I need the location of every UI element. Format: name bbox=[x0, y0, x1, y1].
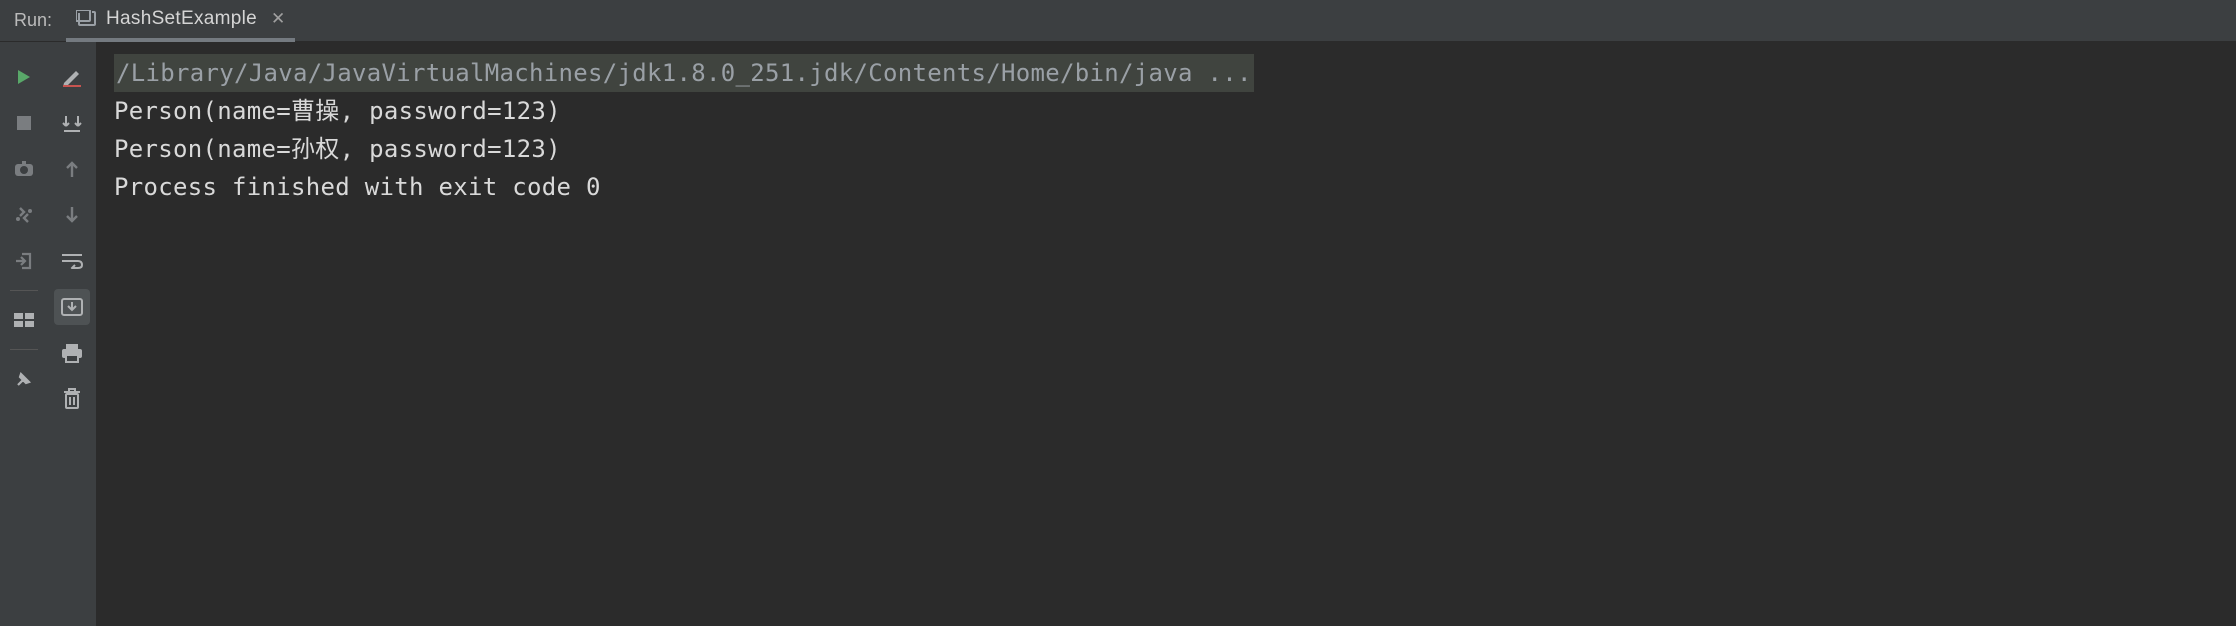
layout-button[interactable] bbox=[6, 302, 42, 338]
run-tool-window-body: /Library/Java/JavaVirtualMachines/jdk1.8… bbox=[0, 42, 2236, 626]
print-button[interactable] bbox=[54, 335, 90, 371]
stop-button[interactable] bbox=[6, 105, 42, 141]
down-stack-icon[interactable] bbox=[54, 197, 90, 233]
scroll-to-end-button[interactable] bbox=[54, 289, 90, 325]
close-icon[interactable]: ✕ bbox=[271, 9, 285, 29]
console-toolbar bbox=[48, 42, 96, 626]
rerun-button[interactable] bbox=[6, 59, 42, 95]
exit-button[interactable] bbox=[6, 243, 42, 279]
separator bbox=[10, 349, 38, 350]
console-command-line: /Library/Java/JavaVirtualMachines/jdk1.8… bbox=[114, 54, 1254, 92]
console-output[interactable]: /Library/Java/JavaVirtualMachines/jdk1.8… bbox=[96, 42, 2236, 626]
console-line: Process finished with exit code 0 bbox=[114, 168, 2236, 206]
toggle-wrap-icon[interactable] bbox=[54, 105, 90, 141]
up-stack-icon[interactable] bbox=[54, 151, 90, 187]
clear-all-button[interactable] bbox=[54, 381, 90, 417]
edit-run-config-button[interactable] bbox=[54, 59, 90, 95]
console-line: Person(name=曹操, password=123) bbox=[114, 92, 2236, 130]
soft-wrap-button[interactable] bbox=[54, 243, 90, 279]
separator bbox=[10, 290, 38, 291]
pin-button[interactable] bbox=[6, 361, 42, 397]
run-tool-window-header: Run: HashSetExample ✕ bbox=[0, 0, 2236, 42]
attach-debugger-button[interactable] bbox=[6, 197, 42, 233]
run-tab[interactable]: HashSetExample ✕ bbox=[66, 0, 295, 42]
run-tab-label: HashSetExample bbox=[106, 8, 257, 30]
run-config-icon bbox=[76, 10, 98, 28]
left-toolbar bbox=[0, 42, 48, 626]
run-label: Run: bbox=[10, 10, 66, 31]
console-line: Person(name=孙权, password=123) bbox=[114, 130, 2236, 168]
dump-threads-button[interactable] bbox=[6, 151, 42, 187]
